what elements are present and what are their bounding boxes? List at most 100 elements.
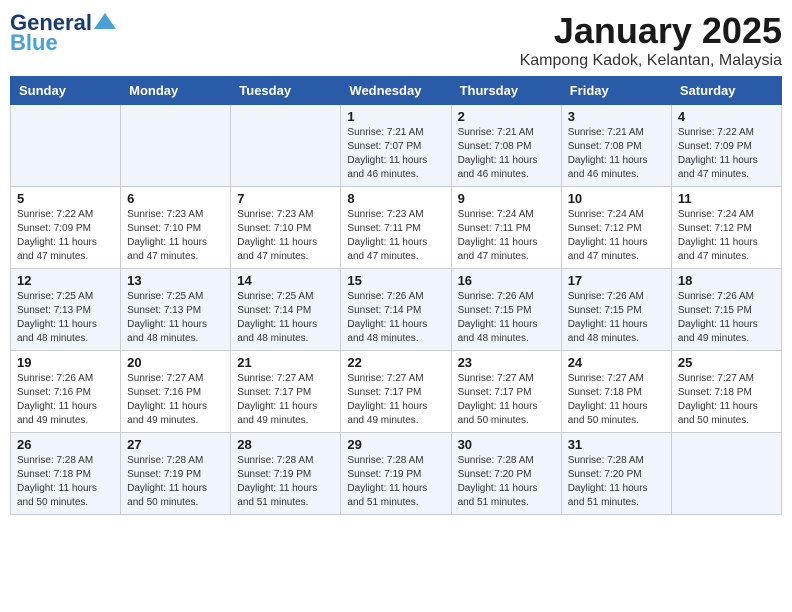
day-info: Sunrise: 7:25 AM Sunset: 7:13 PM Dayligh… [17, 290, 114, 346]
day-info: Sunrise: 7:23 AM Sunset: 7:10 PM Dayligh… [237, 208, 334, 264]
weekday-header-tuesday: Tuesday [231, 77, 341, 105]
day-info: Sunrise: 7:27 AM Sunset: 7:18 PM Dayligh… [568, 372, 665, 428]
calendar-cell: 5 Sunrise: 7:22 AM Sunset: 7:09 PM Daylig… [11, 187, 121, 269]
day-number: 18 [678, 273, 775, 288]
weekday-header-sunday: Sunday [11, 77, 121, 105]
day-info: Sunrise: 7:27 AM Sunset: 7:18 PM Dayligh… [678, 372, 775, 428]
calendar-cell: 27 Sunrise: 7:28 AM Sunset: 7:19 PM Dayli… [121, 433, 231, 515]
day-info: Sunrise: 7:23 AM Sunset: 7:10 PM Dayligh… [127, 208, 224, 264]
calendar-cell [11, 105, 121, 187]
calendar-cell: 28 Sunrise: 7:28 AM Sunset: 7:19 PM Dayli… [231, 433, 341, 515]
day-number: 29 [347, 437, 444, 452]
calendar-cell: 11 Sunrise: 7:24 AM Sunset: 7:12 PM Dayli… [671, 187, 781, 269]
day-number: 31 [568, 437, 665, 452]
weekday-header-monday: Monday [121, 77, 231, 105]
calendar-cell: 3Sunrise: 7:21 AM Sunset: 7:08 PM Daylig… [561, 105, 671, 187]
calendar-cell: 16 Sunrise: 7:26 AM Sunset: 7:15 PM Dayli… [451, 269, 561, 351]
calendar-cell: 10Sunrise: 7:24 AM Sunset: 7:12 PM Dayli… [561, 187, 671, 269]
day-number: 25 [678, 355, 775, 370]
day-info: Sunrise: 7:24 AM Sunset: 7:12 PM Dayligh… [678, 208, 775, 264]
day-number: 2 [458, 109, 555, 124]
calendar-cell: 17 Sunrise: 7:26 AM Sunset: 7:15 PM Dayli… [561, 269, 671, 351]
day-info: Sunrise: 7:27 AM Sunset: 7:17 PM Dayligh… [347, 372, 444, 428]
day-info: Sunrise: 7:26 AM Sunset: 7:14 PM Dayligh… [347, 290, 444, 346]
day-number: 23 [458, 355, 555, 370]
day-number: 20 [127, 355, 224, 370]
day-info: Sunrise: 7:21 AM Sunset: 7:08 PM Dayligh… [458, 126, 555, 182]
calendar-cell: 4 Sunrise: 7:22 AM Sunset: 7:09 PM Daylig… [671, 105, 781, 187]
title-area: January 2025 Kampong Kadok, Kelantan, Ma… [520, 10, 782, 70]
day-number: 6 [127, 191, 224, 206]
day-info: Sunrise: 7:27 AM Sunset: 7:17 PM Dayligh… [237, 372, 334, 428]
day-number: 12 [17, 273, 114, 288]
day-info: Sunrise: 7:28 AM Sunset: 7:19 PM Dayligh… [347, 454, 444, 510]
day-info: Sunrise: 7:25 AM Sunset: 7:14 PM Dayligh… [237, 290, 334, 346]
calendar-cell: 29 Sunrise: 7:28 AM Sunset: 7:19 PM Dayli… [341, 433, 451, 515]
day-number: 1 [347, 109, 444, 124]
calendar-cell: 22Sunrise: 7:27 AM Sunset: 7:17 PM Dayli… [341, 351, 451, 433]
day-info: Sunrise: 7:26 AM Sunset: 7:15 PM Dayligh… [568, 290, 665, 346]
day-info: Sunrise: 7:28 AM Sunset: 7:19 PM Dayligh… [127, 454, 224, 510]
calendar-cell: 18 Sunrise: 7:26 AM Sunset: 7:15 PM Dayli… [671, 269, 781, 351]
day-number: 11 [678, 191, 775, 206]
day-number: 5 [17, 191, 114, 206]
day-number: 8 [347, 191, 444, 206]
day-info: Sunrise: 7:28 AM Sunset: 7:19 PM Dayligh… [237, 454, 334, 510]
calendar-week-row: 5 Sunrise: 7:22 AM Sunset: 7:09 PM Daylig… [11, 187, 782, 269]
calendar-table: SundayMondayTuesdayWednesdayThursdayFrid… [10, 76, 782, 515]
logo: General Blue [10, 10, 116, 56]
calendar-cell: 20 Sunrise: 7:27 AM Sunset: 7:16 PM Dayli… [121, 351, 231, 433]
day-number: 17 [568, 273, 665, 288]
calendar-cell: 24Sunrise: 7:27 AM Sunset: 7:18 PM Dayli… [561, 351, 671, 433]
day-info: Sunrise: 7:27 AM Sunset: 7:16 PM Dayligh… [127, 372, 224, 428]
calendar-cell: 9 Sunrise: 7:24 AM Sunset: 7:11 PM Daylig… [451, 187, 561, 269]
day-number: 26 [17, 437, 114, 452]
calendar-cell: 13 Sunrise: 7:25 AM Sunset: 7:13 PM Dayli… [121, 269, 231, 351]
calendar-cell: 23Sunrise: 7:27 AM Sunset: 7:17 PM Dayli… [451, 351, 561, 433]
weekday-header-wednesday: Wednesday [341, 77, 451, 105]
day-info: Sunrise: 7:21 AM Sunset: 7:08 PM Dayligh… [568, 126, 665, 182]
day-number: 13 [127, 273, 224, 288]
day-info: Sunrise: 7:24 AM Sunset: 7:11 PM Dayligh… [458, 208, 555, 264]
day-info: Sunrise: 7:22 AM Sunset: 7:09 PM Dayligh… [17, 208, 114, 264]
day-number: 10 [568, 191, 665, 206]
day-info: Sunrise: 7:25 AM Sunset: 7:13 PM Dayligh… [127, 290, 224, 346]
location-title: Kampong Kadok, Kelantan, Malaysia [520, 52, 782, 70]
day-number: 14 [237, 273, 334, 288]
day-number: 27 [127, 437, 224, 452]
calendar-week-row: 19Sunrise: 7:26 AM Sunset: 7:16 PM Dayli… [11, 351, 782, 433]
day-info: Sunrise: 7:28 AM Sunset: 7:18 PM Dayligh… [17, 454, 114, 510]
day-number: 4 [678, 109, 775, 124]
day-info: Sunrise: 7:21 AM Sunset: 7:07 PM Dayligh… [347, 126, 444, 182]
calendar-cell: 30 Sunrise: 7:28 AM Sunset: 7:20 PM Dayli… [451, 433, 561, 515]
weekday-header-friday: Friday [561, 77, 671, 105]
weekday-header-saturday: Saturday [671, 77, 781, 105]
calendar-cell [121, 105, 231, 187]
day-info: Sunrise: 7:22 AM Sunset: 7:09 PM Dayligh… [678, 126, 775, 182]
day-number: 9 [458, 191, 555, 206]
day-number: 16 [458, 273, 555, 288]
calendar-cell: 19Sunrise: 7:26 AM Sunset: 7:16 PM Dayli… [11, 351, 121, 433]
day-number: 30 [458, 437, 555, 452]
weekday-header-row: SundayMondayTuesdayWednesdayThursdayFrid… [11, 77, 782, 105]
day-number: 15 [347, 273, 444, 288]
day-number: 28 [237, 437, 334, 452]
calendar-cell: 25 Sunrise: 7:27 AM Sunset: 7:18 PM Dayli… [671, 351, 781, 433]
calendar-cell: 8 Sunrise: 7:23 AM Sunset: 7:11 PM Daylig… [341, 187, 451, 269]
calendar-cell: 15 Sunrise: 7:26 AM Sunset: 7:14 PM Dayli… [341, 269, 451, 351]
header: General Blue January 2025 Kampong Kadok,… [10, 10, 782, 70]
calendar-cell [231, 105, 341, 187]
calendar-cell: 26 Sunrise: 7:28 AM Sunset: 7:18 PM Dayli… [11, 433, 121, 515]
calendar-cell: 2 Sunrise: 7:21 AM Sunset: 7:08 PM Daylig… [451, 105, 561, 187]
calendar-cell: 6 Sunrise: 7:23 AM Sunset: 7:10 PM Daylig… [121, 187, 231, 269]
day-info: Sunrise: 7:26 AM Sunset: 7:15 PM Dayligh… [678, 290, 775, 346]
day-number: 21 [237, 355, 334, 370]
day-info: Sunrise: 7:23 AM Sunset: 7:11 PM Dayligh… [347, 208, 444, 264]
day-info: Sunrise: 7:26 AM Sunset: 7:15 PM Dayligh… [458, 290, 555, 346]
calendar-cell: 31 Sunrise: 7:28 AM Sunset: 7:20 PM Dayli… [561, 433, 671, 515]
day-info: Sunrise: 7:28 AM Sunset: 7:20 PM Dayligh… [568, 454, 665, 510]
month-title: January 2025 [520, 10, 782, 52]
calendar-cell: 12 Sunrise: 7:25 AM Sunset: 7:13 PM Dayli… [11, 269, 121, 351]
day-info: Sunrise: 7:28 AM Sunset: 7:20 PM Dayligh… [458, 454, 555, 510]
logo-blue: Blue [10, 30, 58, 56]
